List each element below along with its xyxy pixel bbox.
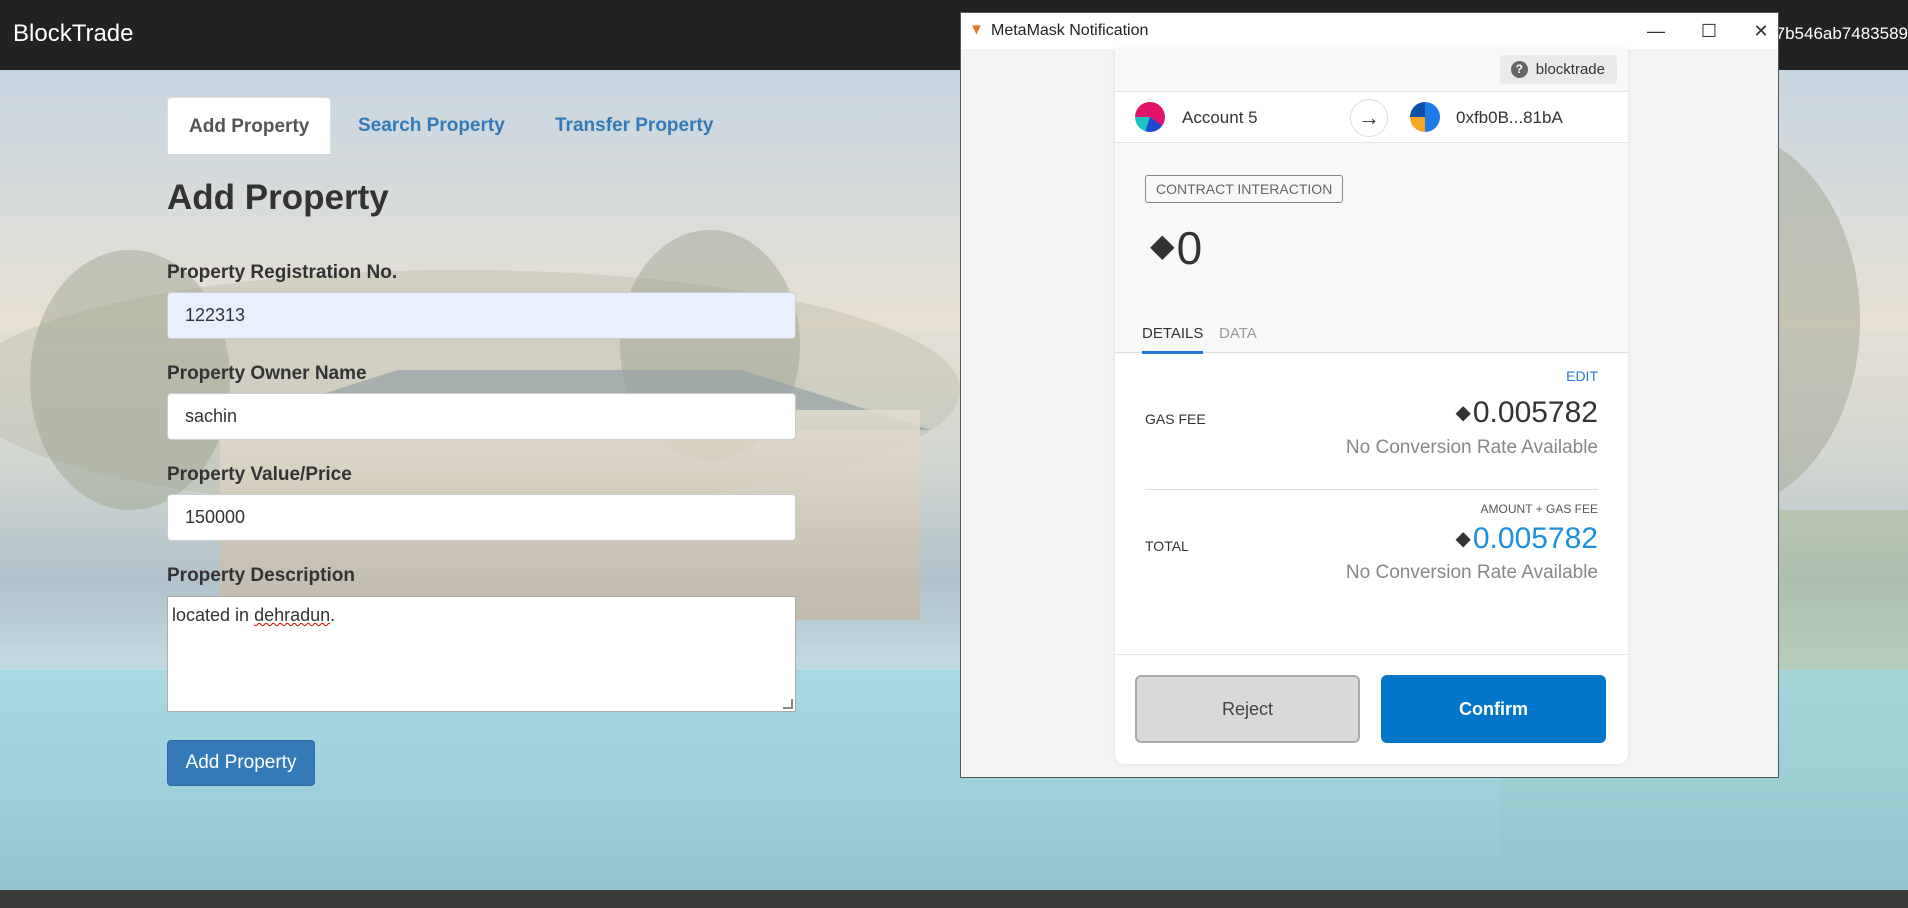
amount-value: 0 <box>1176 222 1203 274</box>
from-account-name[interactable]: Account 5 <box>1182 108 1258 128</box>
account-row: Account 5 → 0xfb0B...81bA <box>1115 91 1628 143</box>
description-label: Property Description <box>167 565 355 586</box>
fox-icon: ▼ <box>969 21 984 38</box>
maximize-icon[interactable]: ☐ <box>1694 19 1724 43</box>
total-conversion: No Conversion Rate Available <box>1345 562 1598 583</box>
minimize-icon[interactable]: — <box>1641 19 1671 43</box>
gas-fee-amount: 0.005782 <box>1472 396 1598 429</box>
tab-add-property[interactable]: Add Property <box>167 97 332 154</box>
arrow-right-icon: → <box>1350 99 1388 137</box>
confirm-button[interactable]: Confirm <box>1381 675 1606 743</box>
total-label: TOTAL <box>1145 538 1189 554</box>
owner-name-input[interactable]: sachin <box>167 393 796 440</box>
total-caption: AMOUNT + GAS FEE <box>1480 502 1598 516</box>
reject-button[interactable]: Reject <box>1135 675 1360 743</box>
metamask-side-panel <box>961 49 1116 777</box>
from-account-avatar <box>1135 102 1165 132</box>
metamask-window: ▼ MetaMask Notification — ☐ ✕ ? blocktra… <box>960 12 1779 778</box>
brand-logo[interactable]: BlockTrade <box>13 20 134 48</box>
edit-gas-link[interactable]: EDIT <box>1566 368 1598 384</box>
price-input[interactable]: 150000 <box>167 494 796 541</box>
origin-badge: ? blocktrade <box>1499 55 1617 84</box>
question-icon: ? <box>1510 61 1528 78</box>
tab-search-property[interactable]: Search Property <box>337 97 526 154</box>
page-title: Add Property <box>167 178 389 217</box>
eth-icon: ◆ <box>1455 402 1471 424</box>
transaction-type-badge: CONTRACT INTERACTION <box>1145 175 1344 203</box>
action-buttons: Reject Confirm <box>1115 654 1628 764</box>
total-value: ◆0.005782 <box>1455 522 1598 556</box>
registration-input[interactable]: 122313 <box>167 292 796 339</box>
resize-handle[interactable] <box>783 699 793 709</box>
eth-icon: ◆ <box>1150 227 1175 263</box>
gas-fee-value: ◆0.005782 <box>1455 396 1598 430</box>
close-icon[interactable]: ✕ <box>1746 19 1776 43</box>
window-title: MetaMask Notification <box>991 22 1149 39</box>
details-panel: EDIT GAS FEE ◆0.005782 No Conversion Rat… <box>1115 354 1628 654</box>
price-label: Property Value/Price <box>167 464 352 485</box>
confirm-transaction-card: ? blocktrade Account 5 → 0xfb0B...81bA C… <box>1115 49 1628 764</box>
gas-fee-label: GAS FEE <box>1145 411 1206 427</box>
description-suffix: . <box>330 605 336 625</box>
tab-details[interactable]: DETAILS <box>1142 325 1204 354</box>
taskbar-strip <box>0 890 1908 908</box>
add-property-button[interactable]: Add Property <box>167 740 315 786</box>
transaction-amount: ◆0 <box>1150 221 1202 275</box>
registration-label: Property Registration No. <box>167 262 398 283</box>
metamask-titlebar[interactable]: ▼ MetaMask Notification — ☐ ✕ <box>961 13 1778 49</box>
description-textarea[interactable]: located in dehradun. <box>167 596 796 712</box>
divider <box>1145 489 1598 490</box>
description-text: located in <box>172 605 255 625</box>
account-address: 7b546ab7483589 <box>1775 24 1908 43</box>
origin-name: blocktrade <box>1535 61 1605 78</box>
to-address[interactable]: 0xfb0B...81bA <box>1456 108 1563 128</box>
owner-name-label: Property Owner Name <box>167 363 367 384</box>
misspelled-word: dehradun <box>254 605 331 625</box>
tab-transfer-property[interactable]: Transfer Property <box>534 97 734 154</box>
gas-fee-conversion: No Conversion Rate Available <box>1345 437 1598 458</box>
total-amount: 0.005782 <box>1472 522 1598 555</box>
property-tabs: Add Property Search Property Transfer Pr… <box>167 97 967 154</box>
eth-icon: ◆ <box>1455 528 1471 550</box>
detail-tabs: DETAILS DATA <box>1115 313 1628 354</box>
tab-data[interactable]: DATA <box>1219 325 1257 342</box>
to-account-avatar <box>1410 102 1440 132</box>
